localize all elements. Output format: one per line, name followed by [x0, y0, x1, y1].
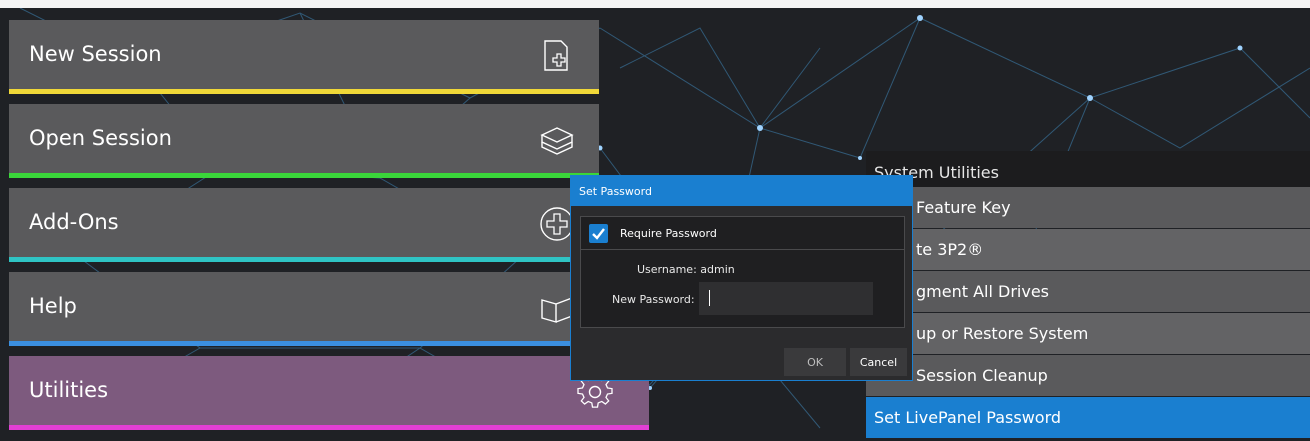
- menu-item-label: Add-Ons: [29, 210, 119, 234]
- menu-item-help[interactable]: Help: [9, 272, 599, 346]
- color-bar: [9, 257, 599, 262]
- sys-item-defragment-drives[interactable]: gment All Drives: [866, 271, 1310, 312]
- menu-item-label: Utilities: [29, 378, 109, 402]
- set-password-dialog: Set Password Require Password Username: …: [570, 175, 913, 381]
- system-utilities-header: System Utilities: [866, 151, 1310, 187]
- sys-item-3p2[interactable]: te 3P2®: [866, 229, 1310, 270]
- new-password-input[interactable]: [699, 282, 873, 315]
- color-bar: [9, 341, 599, 346]
- menu-item-label: Help: [29, 294, 77, 318]
- sys-item-set-livepanel-password[interactable]: Set LivePanel Password: [866, 397, 1310, 438]
- new-file-icon: [544, 40, 568, 71]
- color-bar: [9, 89, 599, 94]
- menu-item-utilities[interactable]: Utilities: [9, 356, 649, 430]
- require-password-row[interactable]: Require Password: [581, 217, 904, 250]
- require-password-label: Require Password: [620, 227, 717, 240]
- menu-item-add-ons[interactable]: Add-Ons: [9, 188, 599, 262]
- new-password-label: New Password:: [612, 293, 695, 306]
- color-bar: [9, 425, 649, 430]
- menu-item-label: Open Session: [29, 126, 172, 150]
- ok-button[interactable]: OK: [784, 348, 846, 376]
- desktop-background: New Session Open Session Add-Ons Help Ut…: [0, 8, 1310, 441]
- dialog-content: Require Password Username: admin New Pas…: [580, 216, 905, 328]
- require-password-checkbox[interactable]: [589, 224, 608, 243]
- sys-item-session-cleanup[interactable]: Session Cleanup: [866, 355, 1310, 396]
- open-box-icon: [540, 127, 574, 155]
- text-cursor: [709, 290, 710, 306]
- sys-item-backup-restore[interactable]: up or Restore System: [866, 313, 1310, 354]
- menu-item-open-session[interactable]: Open Session: [9, 104, 599, 178]
- color-bar: [9, 173, 599, 178]
- checkmark-icon: [592, 228, 605, 240]
- cancel-button[interactable]: Cancel: [850, 348, 907, 376]
- system-utilities-panel: System Utilities Feature Key te 3P2® gme…: [866, 151, 1310, 441]
- dialog-title: Set Password: [571, 176, 912, 206]
- menu-item-label: New Session: [29, 42, 162, 66]
- username-text: Username: admin: [637, 263, 735, 276]
- sys-item-feature-key[interactable]: Feature Key: [866, 187, 1310, 228]
- menu-item-new-session[interactable]: New Session: [9, 20, 599, 94]
